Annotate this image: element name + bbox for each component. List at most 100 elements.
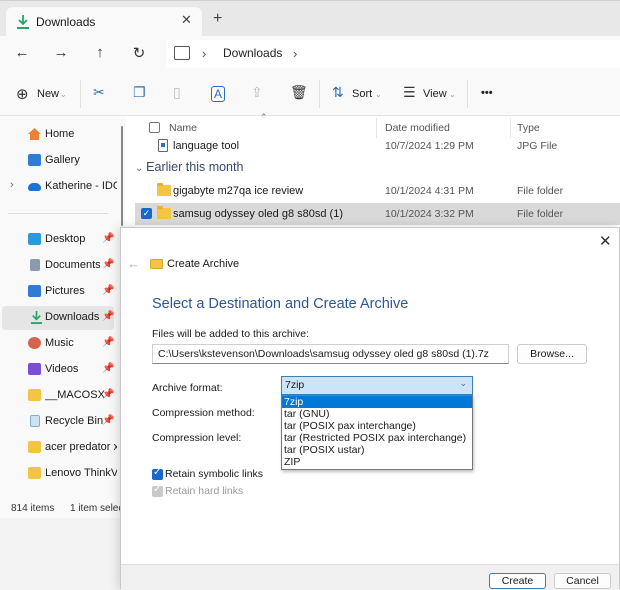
sidebar-item-label: Gallery <box>45 154 80 166</box>
download-icon <box>30 311 43 324</box>
format-option-7zip[interactable]: 7zip <box>282 396 472 408</box>
compression-method-label: Compression method: <box>152 407 255 419</box>
column-header-type[interactable]: Type <box>517 122 540 134</box>
sidebar-item-label: Home <box>45 128 75 140</box>
tab-downloads[interactable]: Downloads ✕ <box>6 7 202 37</box>
pin-icon: 📌 <box>102 233 115 244</box>
create-archive-dialog: ✕ ← Create Archive Select a Destination … <box>120 227 620 590</box>
image-file-icon <box>158 139 168 152</box>
create-button[interactable]: Create <box>489 573 546 589</box>
close-icon[interactable]: ✕ <box>599 232 612 250</box>
tab-label: Downloads <box>36 15 96 29</box>
dialog-title: Create Archive <box>167 258 240 270</box>
format-option-zip[interactable]: ZIP <box>282 456 472 468</box>
breadcrumb-downloads[interactable]: Downloads <box>223 46 282 60</box>
retain-symbolic-links-checkbox[interactable] <box>152 467 163 480</box>
select-all-checkbox[interactable] <box>149 122 160 133</box>
selection-count: 1 item selec <box>70 503 124 514</box>
selected-format: 7zip <box>285 379 305 391</box>
delete-icon[interactable]: 🗑 <box>290 84 308 101</box>
retain-hard-links-checkbox <box>152 484 163 497</box>
sidebar-item-onedrive[interactable]: › Katherine - IDG <box>0 175 120 199</box>
format-option-tar-gnu[interactable]: tar (GNU) <box>282 408 472 420</box>
folder-icon <box>157 206 171 219</box>
format-option-tar-posix-pax[interactable]: tar (POSIX pax interchange) <box>282 420 472 432</box>
new-tab-button[interactable]: + <box>213 10 222 28</box>
address-bar[interactable]: › Downloads › <box>166 40 620 68</box>
status-bar: 814 items 1 item selec <box>0 500 124 518</box>
breadcrumb-chevron-icon[interactable]: › <box>202 46 206 61</box>
up-button[interactable]: ↑ <box>90 44 110 61</box>
sort-label: Sort <box>352 88 373 100</box>
this-pc-icon[interactable] <box>174 46 190 60</box>
row-checkbox-checked[interactable]: ✓ <box>141 208 152 219</box>
more-options-icon[interactable]: ••• <box>481 87 493 99</box>
rename-icon[interactable]: A <box>211 86 226 102</box>
file-date: 10/7/2024 1:29 PM <box>385 140 474 152</box>
file-type: JPG File <box>517 140 558 152</box>
view-label: View <box>423 88 447 100</box>
file-list: ⌃ Name Date modified Type language tool … <box>125 112 620 228</box>
sidebar-item-music[interactable]: Music 📌 <box>0 332 120 356</box>
back-button[interactable]: ← <box>12 44 32 61</box>
sidebar-item-documents[interactable]: Documents 📌 <box>0 254 120 278</box>
column-header-name[interactable]: Name <box>169 122 197 134</box>
close-tab-icon[interactable]: ✕ <box>181 12 192 28</box>
divider <box>319 80 320 108</box>
format-option-tar-restricted-pax[interactable]: tar (Restricted POSIX pax interchange) <box>282 432 472 444</box>
chevron-down-icon: ⌄ <box>60 90 67 99</box>
divider <box>80 80 81 108</box>
paste-icon[interactable]: ▯ <box>173 84 181 101</box>
group-label: Earlier this month <box>146 160 244 174</box>
sidebar-item-videos[interactable]: Videos 📌 <box>0 358 120 382</box>
sidebar-item-desktop[interactable]: Desktop 📌 <box>0 228 120 252</box>
refresh-button[interactable]: ↻ <box>129 44 149 62</box>
music-icon <box>28 337 41 349</box>
share-icon[interactable]: ⇪ <box>251 84 263 101</box>
onedrive-icon <box>28 183 41 191</box>
sidebar-item-acer-predator[interactable]: acer predator x3 <box>0 436 120 460</box>
cut-icon[interactable]: ✂ <box>93 84 105 101</box>
sidebar-item-home[interactable]: Home <box>0 123 120 147</box>
navigation-pane: Home Gallery › Katherine - IDG Desktop 📌… <box>0 116 125 518</box>
file-row[interactable]: gigabyte m27qa ice review 10/1/2024 4:31… <box>135 180 620 202</box>
back-arrow-icon[interactable]: ← <box>127 256 140 271</box>
sort-ascending-icon: ⌃ <box>260 112 268 122</box>
column-header-date[interactable]: Date modified <box>385 122 450 134</box>
sidebar-item-pictures[interactable]: Pictures 📌 <box>0 280 120 304</box>
recycle-bin-icon <box>30 415 40 427</box>
sidebar-item-label: acer predator x3 <box>45 441 117 453</box>
sidebar-item-recycle-bin[interactable]: Recycle Bin 📌 <box>0 410 120 434</box>
desktop-icon <box>28 233 41 245</box>
chevron-down-icon: ⌄ <box>459 378 467 388</box>
file-date: 10/1/2024 3:32 PM <box>385 208 474 220</box>
file-date: 10/1/2024 4:31 PM <box>385 185 474 197</box>
format-option-tar-ustar[interactable]: tar (POSIX ustar) <box>282 444 472 456</box>
sidebar-scrollbar[interactable] <box>121 126 123 226</box>
browse-button[interactable]: Browse... <box>517 344 587 364</box>
copy-icon[interactable]: ❐ <box>133 84 146 101</box>
sidebar-item-label: Lenovo ThinkVis <box>45 467 117 479</box>
cancel-button[interactable]: Cancel <box>554 573 611 589</box>
forward-button[interactable]: → <box>51 44 71 61</box>
download-icon <box>17 15 29 29</box>
sort-icon: ⇅ <box>332 84 344 100</box>
file-row-selected[interactable]: ✓ samsug odyssey oled g8 s80sd (1) 10/1/… <box>135 203 620 225</box>
file-row[interactable]: language tool 10/7/2024 1:29 PM JPG File <box>135 135 620 157</box>
gallery-icon <box>28 154 41 166</box>
retain-symbolic-links-label[interactable]: Retain symbolic links <box>165 468 263 480</box>
sidebar-item-macosx[interactable]: __MACOSX 📌 <box>0 384 120 408</box>
file-type: File folder <box>517 208 564 220</box>
pin-icon: 📌 <box>102 285 115 296</box>
sidebar-item-gallery[interactable]: Gallery <box>0 149 120 173</box>
chevron-right-icon[interactable]: › <box>10 179 14 191</box>
sidebar-item-lenovo-thinkvision[interactable]: Lenovo ThinkVis <box>0 462 120 486</box>
sidebar-item-downloads[interactable]: Downloads 📌 <box>2 306 114 330</box>
divider <box>467 80 468 108</box>
group-header-earlier-this-month[interactable]: ⌄ Earlier this month <box>135 160 243 174</box>
archive-format-select[interactable]: 7zip ⌄ <box>281 376 473 395</box>
folder-icon <box>28 389 41 401</box>
breadcrumb-chevron-icon[interactable]: › <box>293 46 297 61</box>
archive-path-input[interactable] <box>152 344 509 364</box>
archive-format-label: Archive format: <box>152 382 223 394</box>
